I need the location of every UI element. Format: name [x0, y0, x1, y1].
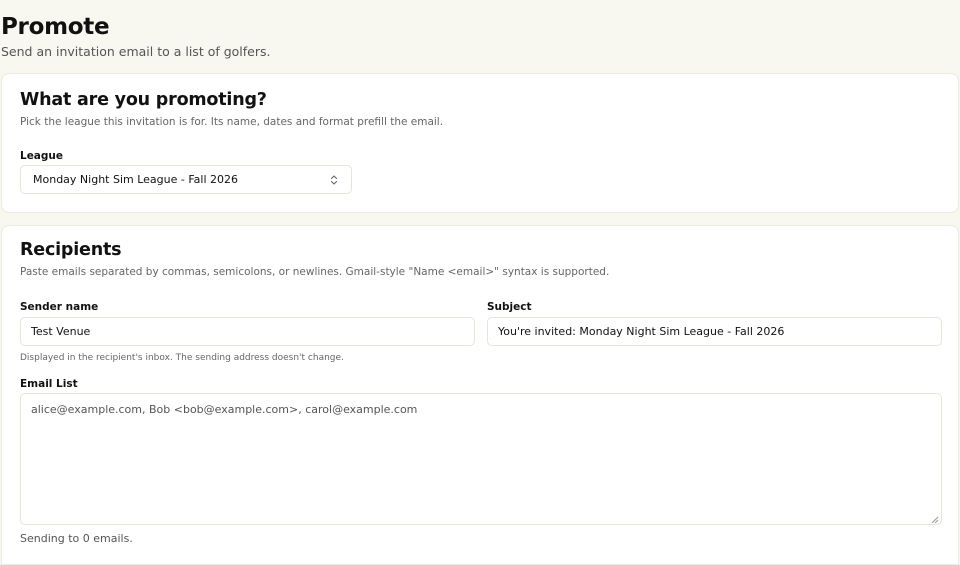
league-card: What are you promoting? Pick the league … [1, 73, 959, 213]
subject-input[interactable]: You're invited: Monday Night Sim League … [487, 317, 942, 346]
recipients-card-description: Paste emails separated by commas, semico… [20, 266, 610, 278]
email-list-textarea[interactable]: alice@example.com, Bob <bob@example.com>… [20, 393, 942, 525]
chevron-up-down-icon [329, 173, 339, 187]
subject-label: Subject [487, 301, 532, 313]
subject-value: You're invited: Monday Night Sim League … [498, 325, 785, 338]
league-card-description: Pick the league this invitation is for. … [20, 116, 444, 128]
page-title: Promote [1, 14, 110, 40]
sender-name-value: Test Venue [31, 325, 91, 338]
page-subtitle: Send an invitation email to a list of go… [1, 44, 271, 59]
resize-handle-icon[interactable] [931, 514, 939, 524]
recipients-card-title: Recipients [20, 240, 122, 260]
email-list-label: Email List [20, 378, 78, 390]
sender-name-helper: Displayed in the recipient's inbox. The … [20, 353, 344, 363]
recipient-count: Sending to 0 emails. [20, 532, 133, 545]
promote-page: Promote Send an invitation email to a li… [0, 0, 960, 565]
league-select[interactable]: Monday Night Sim League - Fall 2026 [20, 165, 352, 194]
sender-name-input[interactable]: Test Venue [20, 317, 475, 346]
email-list-placeholder: alice@example.com, Bob <bob@example.com>… [31, 403, 418, 416]
league-select-value: Monday Night Sim League - Fall 2026 [33, 173, 239, 186]
sender-name-label: Sender name [20, 301, 99, 313]
league-label: League [20, 150, 64, 162]
recipients-card: Recipients Paste emails separated by com… [1, 225, 959, 565]
league-card-title: What are you promoting? [20, 90, 267, 110]
